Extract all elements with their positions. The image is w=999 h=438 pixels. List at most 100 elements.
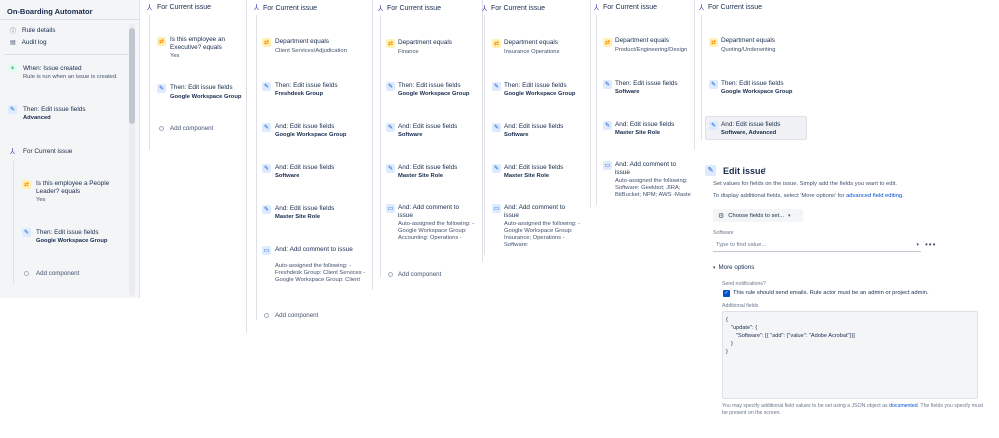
json-line: { xyxy=(726,317,728,323)
more-options-label: More options xyxy=(718,264,755,271)
info-icon: ⓘ xyxy=(10,29,17,35)
condition-value: Insurance Operations xyxy=(504,49,560,55)
branch-card[interactable]: ⅄ For Current issue xyxy=(8,147,128,159)
action-card-advanced[interactable]: ✎ Then: Edit issue fields Advanced xyxy=(8,105,128,127)
add-component-button[interactable]: Add component xyxy=(275,312,318,319)
condition-title[interactable]: Department equals xyxy=(721,37,775,45)
condition-title[interactable]: Department equals xyxy=(615,37,669,45)
branch-icon: ⅄ xyxy=(482,3,487,13)
action-title: Then: Edit issue fields xyxy=(23,106,86,113)
comment-title[interactable]: And: Add comment to issue xyxy=(504,204,580,220)
audit-log-label: Audit log xyxy=(21,39,47,46)
branch-line xyxy=(701,15,702,140)
branch-icon: ⅄ xyxy=(594,2,599,12)
column-divider xyxy=(694,0,695,150)
add-component-button[interactable]: Add component xyxy=(398,271,441,278)
pencil-icon: ✎ xyxy=(705,165,716,176)
scrollbar[interactable] xyxy=(129,24,135,296)
action-title[interactable]: Then: Edit issue fields xyxy=(170,84,233,92)
branch-header[interactable]: For Current issue xyxy=(603,4,657,11)
branch-header[interactable]: For Current issue xyxy=(708,4,762,11)
software-select[interactable]: Type to find value... ▾ xyxy=(713,238,921,252)
branch-header[interactable]: For Current issue xyxy=(491,5,545,12)
action-title[interactable]: Then: Edit issue fields xyxy=(398,82,461,90)
action-subtitle: Software xyxy=(398,132,423,138)
action-title[interactable]: And: Edit issue fields xyxy=(275,123,334,131)
trigger-title: When: Issue created xyxy=(23,65,82,72)
pencil-icon: ✎ xyxy=(262,205,271,214)
comment-icon: ▭ xyxy=(492,204,501,213)
branch-header[interactable]: For Current issue xyxy=(263,5,317,12)
condition-title[interactable]: Department equals xyxy=(275,38,329,46)
action-title[interactable]: Then: Edit issue fields xyxy=(615,80,678,88)
condition-value: Client Services/Adjudication xyxy=(275,48,347,54)
action-title[interactable]: And: Edit issue fields xyxy=(615,121,674,129)
action-title[interactable]: Then: Edit issue fields xyxy=(275,82,338,90)
scrollbar-thumb[interactable] xyxy=(129,28,135,124)
document-icon: ▤ xyxy=(10,40,16,46)
action-card-gwg[interactable]: ✎ Then: Edit issue fields Google Workspa… xyxy=(22,228,122,250)
software-label: Software xyxy=(713,230,734,236)
condition-title[interactable]: Department equals xyxy=(504,39,558,47)
add-dot-icon xyxy=(24,271,29,276)
action-title[interactable]: Then: Edit issue fields xyxy=(721,80,784,88)
branch-icon: ⅄ xyxy=(254,2,259,12)
panel-description-2: To display additional fields, select 'Mo… xyxy=(713,193,904,199)
comment-body: Auto-assigned the following: - Google Wo… xyxy=(398,221,475,241)
more-options-toggle[interactable]: ▾ More options xyxy=(713,264,754,271)
comment-title[interactable]: And: Add comment to issue xyxy=(275,246,355,254)
send-notifications-checkbox[interactable]: ✓ xyxy=(723,290,730,297)
action-subtitle: Google Workspace Group xyxy=(504,91,576,97)
trigger-card[interactable]: ✶ When: Issue created Rule is run when a… xyxy=(8,64,128,88)
feedback-icon[interactable]: ♦ xyxy=(763,167,766,173)
condition-icon: ⇄ xyxy=(157,37,166,46)
audit-log-link[interactable]: ▤ Audit log xyxy=(10,39,47,46)
add-component-button[interactable]: Add component xyxy=(170,125,213,132)
action-subtitle: Google Workspace Group xyxy=(721,89,793,95)
action-title[interactable]: And: Edit issue fields xyxy=(504,123,563,131)
chevron-down-icon: ▾ xyxy=(916,241,919,248)
action-title[interactable]: Then: Edit issue fields xyxy=(504,82,567,90)
action-title[interactable]: And: Edit issue fields xyxy=(398,164,457,172)
more-actions-icon[interactable]: ••• xyxy=(925,240,936,249)
branch-header[interactable]: For Current issue xyxy=(387,5,441,12)
additional-fields-help: You may specify additional field values … xyxy=(722,403,984,417)
additional-fields-textarea[interactable]: { "update": { "Software": [{ "add": {"va… xyxy=(722,311,978,399)
documented-link[interactable]: documented xyxy=(889,403,918,409)
pencil-icon: ✎ xyxy=(492,82,501,91)
condition-icon: ⇄ xyxy=(603,38,612,47)
chevron-down-icon: ▾ xyxy=(788,212,791,219)
action-subtitle: Software xyxy=(615,89,640,95)
pencil-icon: ✎ xyxy=(492,123,501,132)
action-subtitle: Freshdesk Group xyxy=(275,91,323,97)
action-subtitle: Software, Advanced xyxy=(721,130,777,136)
rule-details-link[interactable]: ⓘ Rule details xyxy=(10,26,55,35)
help-text-a: You may specify additional field values … xyxy=(722,403,888,409)
condition-icon: ⇄ xyxy=(22,180,31,189)
action-title[interactable]: And: Edit issue fields xyxy=(275,164,334,172)
condition-icon: ⇄ xyxy=(386,39,395,48)
rule-sidebar: On-Boarding Automator ⓘ Rule details ▤ A… xyxy=(0,0,140,298)
branch-icon: ⅄ xyxy=(378,3,383,13)
choose-fields-button[interactable]: ⚙ Choose fields to set... ▾ xyxy=(713,209,803,222)
branch-line xyxy=(13,161,14,285)
pencil-icon: ✎ xyxy=(262,123,271,132)
pencil-icon: ✎ xyxy=(22,228,31,237)
condition-title[interactable]: Is this employee an Executive? equals xyxy=(170,36,240,52)
action-title[interactable]: And: Edit issue fields xyxy=(398,123,457,131)
trigger-icon: ✶ xyxy=(8,64,17,73)
advanced-field-editing-link[interactable]: advanced field editing. xyxy=(846,193,904,199)
action-title[interactable]: And: Edit issue fields xyxy=(721,121,780,129)
comment-title[interactable]: And: Add comment to issue xyxy=(615,161,691,177)
trigger-subtitle: Rule is run when an issue is created. xyxy=(23,74,118,80)
condition-card[interactable]: ⇄ Is this employee a People Leader? equa… xyxy=(22,180,122,206)
action-title[interactable]: And: Edit issue fields xyxy=(504,164,563,172)
action-title[interactable]: And: Edit issue fields xyxy=(275,205,334,213)
comment-title[interactable]: And: Add comment to issue xyxy=(398,204,470,220)
branch-line xyxy=(596,15,597,205)
condition-title[interactable]: Department equals xyxy=(398,39,452,47)
software-placeholder: Type to find value... xyxy=(716,241,767,248)
condition-value: Yes xyxy=(170,53,180,59)
choose-fields-label: Choose fields to set... xyxy=(728,212,785,219)
branch-header[interactable]: For Current issue xyxy=(157,4,211,11)
